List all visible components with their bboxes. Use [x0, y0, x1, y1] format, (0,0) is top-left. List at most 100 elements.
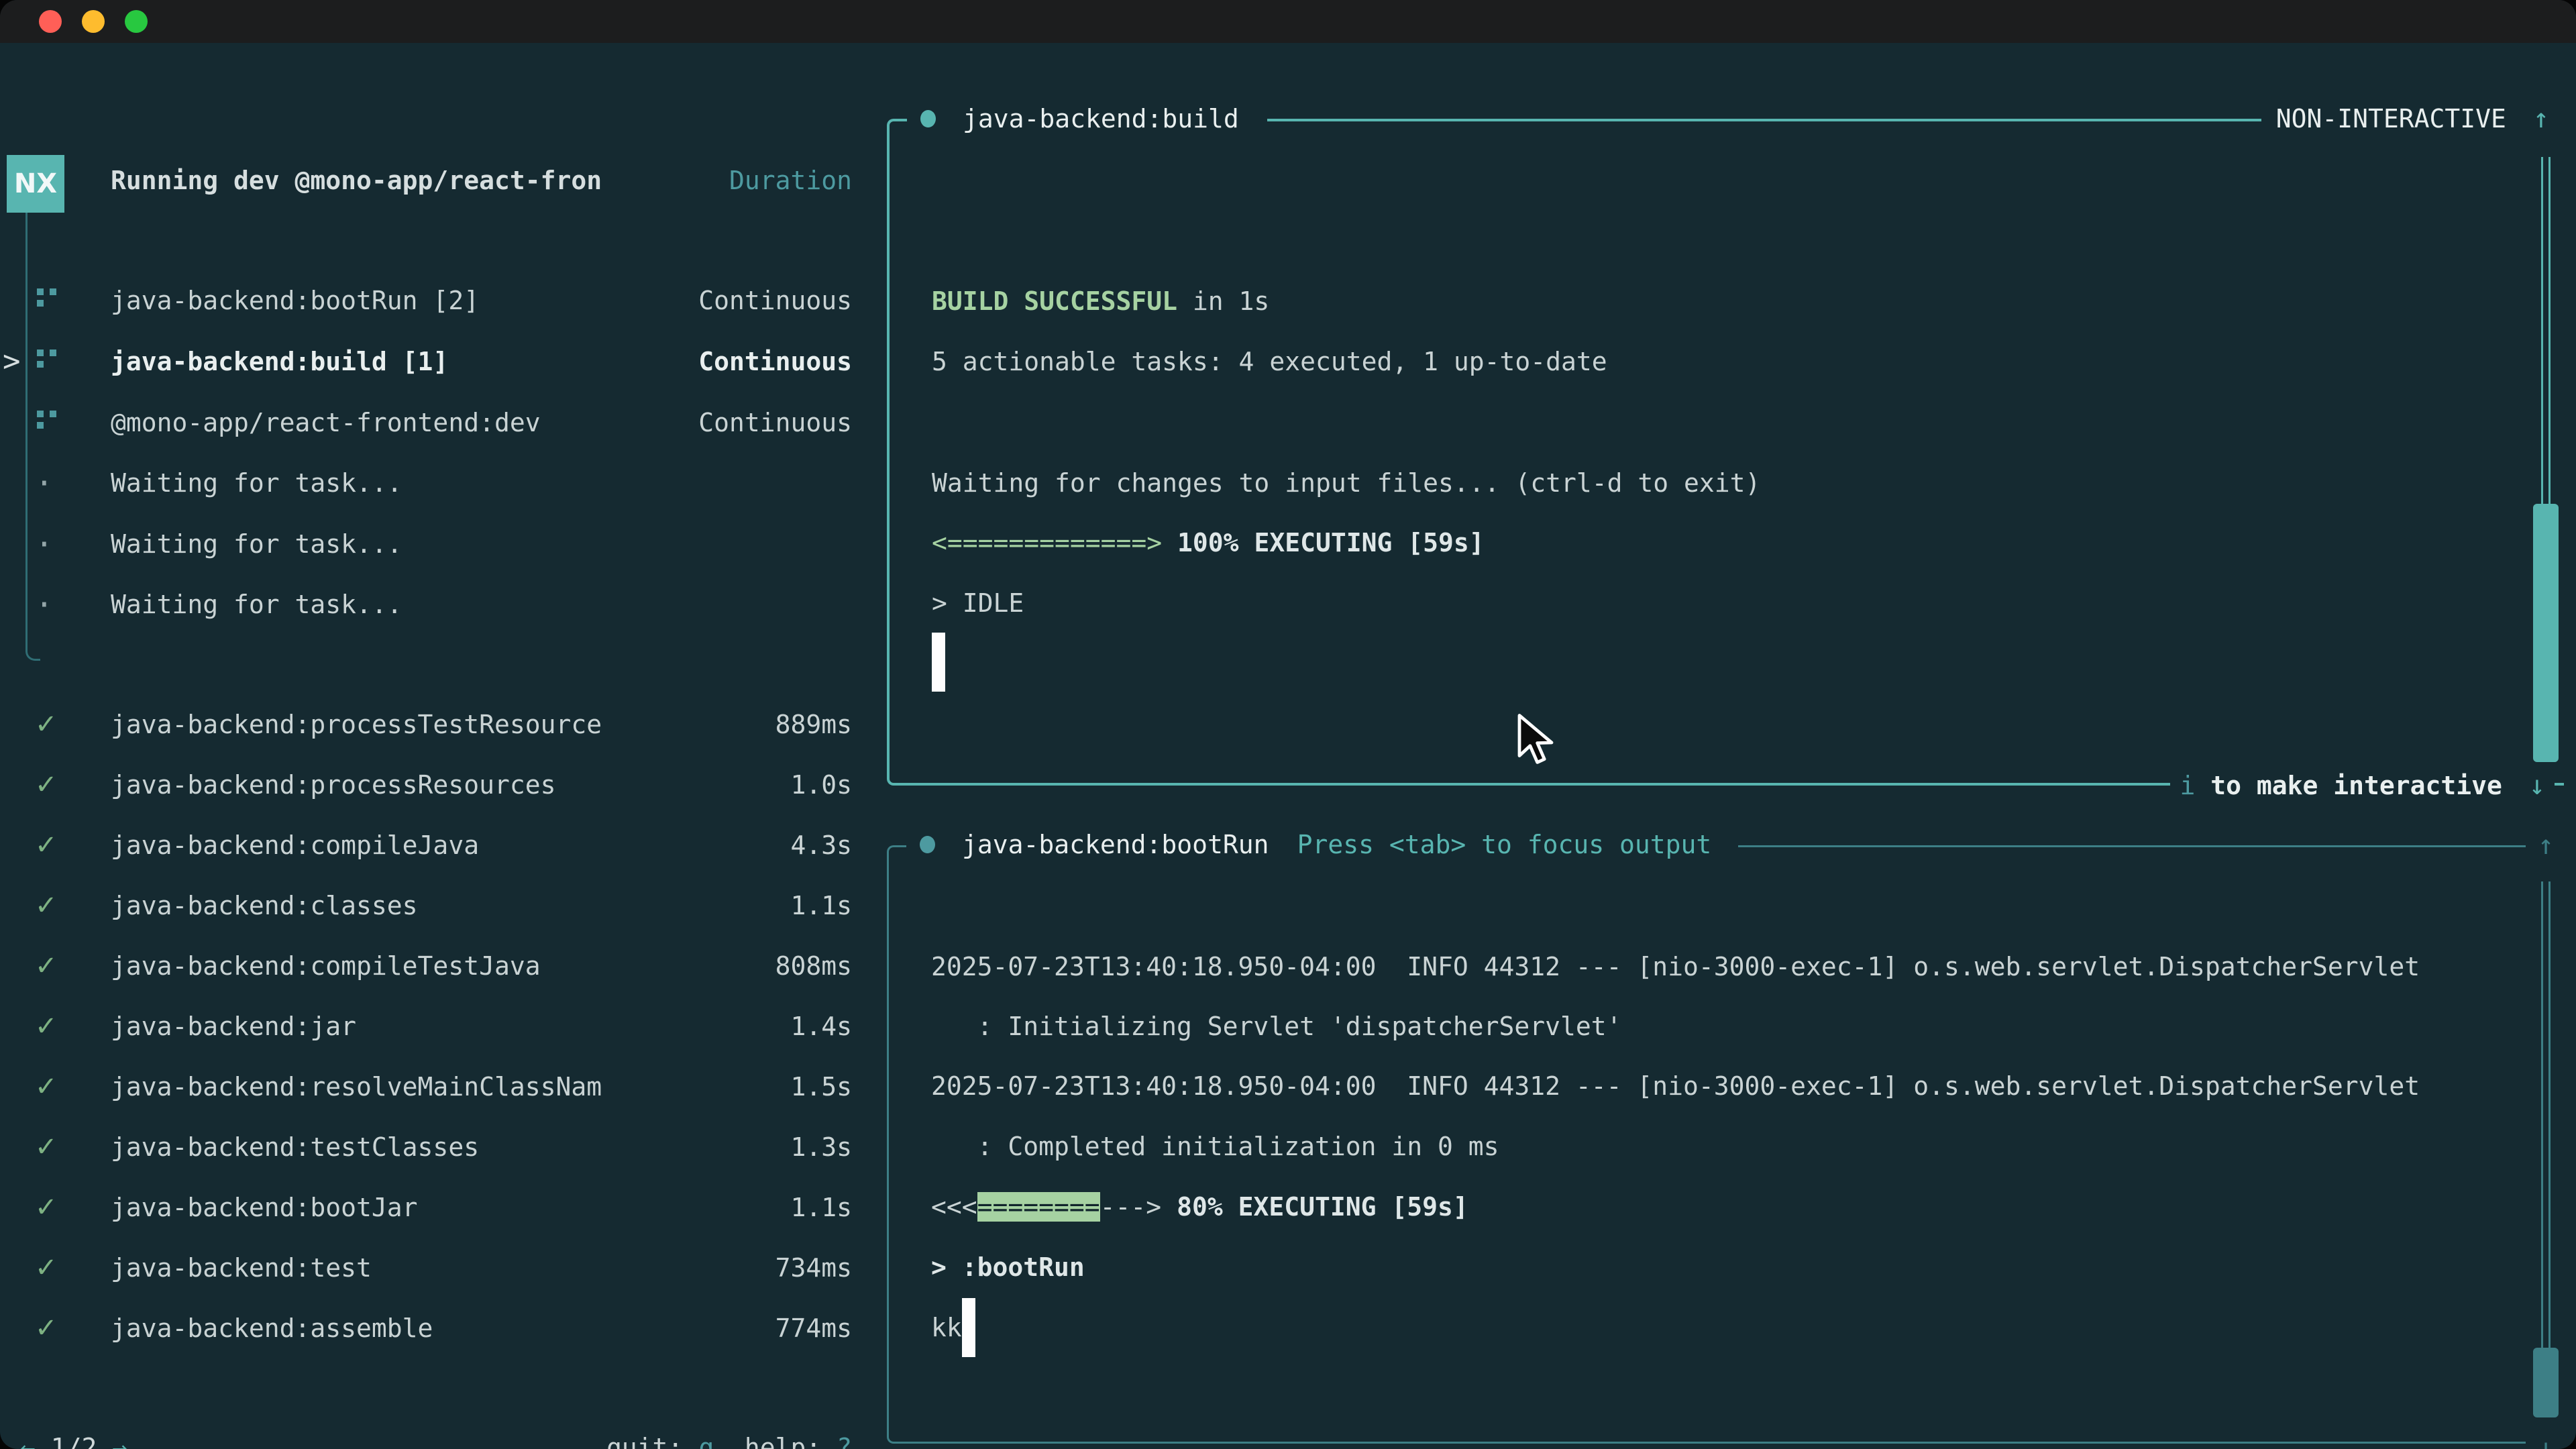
task-name: java-backend:bootJar [111, 1193, 790, 1222]
page-next-icon[interactable]: → [112, 1433, 127, 1449]
task-row-waiting[interactable]: · Waiting for task... [0, 514, 872, 574]
log-text: 2025-07-23T13:40:18.950-04:00 INFO 44312… [931, 1071, 2420, 1101]
build-pane-mode: NON-INTERACTIVE ↑ [2261, 103, 2564, 134]
task-name: java-backend:processTestResource [111, 710, 775, 739]
sidebar-title: Running dev @mono-app/react-fron [111, 166, 602, 195]
bootrun-pane-title: java-backend:bootRun [949, 830, 1297, 859]
build-waiting-line: Waiting for changes to input files... (c… [932, 453, 2524, 513]
build-successful-text: BUILD SUCCESSFUL [932, 286, 1177, 316]
window-titlebar [0, 0, 2576, 43]
log-text: 2025-07-23T13:40:18.950-04:00 INFO 44312… [931, 952, 2420, 981]
page-prev-icon[interactable]: ← [20, 1433, 36, 1449]
scroll-up-icon[interactable]: ↑ [2519, 815, 2573, 875]
gradle-task-line: > :bootRun [931, 1237, 2485, 1297]
check-icon: ✓ [35, 951, 111, 981]
task-duration: 774ms [775, 1313, 852, 1343]
task-row-completed[interactable]: ✓ java-backend:resolveMainClassNam 1.5s [0, 1057, 872, 1117]
task-duration: 4.3s [790, 830, 852, 860]
task-duration: 1.5s [790, 1072, 852, 1102]
log-line: : Completed initialization in 0 ms [931, 1116, 2485, 1177]
task-row-completed[interactable]: ✓ java-backend:assemble 774ms [0, 1298, 872, 1358]
non-interactive-label: NON-INTERACTIVE [2276, 104, 2506, 133]
scroll-down-icon[interactable]: ↓ [2529, 770, 2545, 801]
waiting-for-changes-text: Waiting for changes to input files... (c… [932, 468, 1760, 498]
task-row-completed[interactable]: ✓ java-backend:bootJar 1.1s [0, 1177, 872, 1238]
bootrun-output-pane[interactable]: java-backend:bootRun Press <tab> to focu… [887, 845, 2526, 1444]
stdin-input-text: kk [931, 1313, 962, 1342]
task-name: java-backend:classes [111, 891, 790, 920]
check-icon: ✓ [35, 769, 111, 800]
bootrun-scrollbar-track[interactable] [2541, 881, 2551, 1348]
task-name: Waiting for task... [111, 590, 852, 619]
bootrun-progress-line: <<<========---> 80% EXECUTING [59s] [931, 1177, 2485, 1237]
bootrun-scrollbar-thumb[interactable] [2533, 1348, 2559, 1417]
task-name: Waiting for task... [111, 468, 852, 498]
progress-bar-fill: ======== [977, 1192, 1100, 1222]
help-label: help: [714, 1433, 837, 1449]
task-duration: 889ms [775, 710, 852, 739]
progress-tail: ---> [1100, 1192, 1162, 1222]
idle-text: > IDLE [932, 588, 1024, 618]
quit-hint: quit: q help: ? [606, 1433, 852, 1449]
build-output-pane[interactable]: java-backend:build NON-INTERACTIVE ↑ BUI… [887, 119, 2564, 786]
task-duration: 1.4s [790, 1012, 852, 1041]
build-summary-line: 5 actionable tasks: 4 executed, 1 up-to-… [932, 331, 2524, 392]
task-row-completed[interactable]: ✓ java-backend:processResources 1.0s [0, 755, 872, 815]
task-name: Waiting for task... [111, 529, 852, 559]
close-window-button[interactable] [39, 10, 62, 33]
task-status: Continuous [698, 347, 852, 376]
check-icon: ✓ [35, 1313, 111, 1344]
task-row-frontend-dev[interactable]: @mono-app/react-frontend:dev Continuous [0, 392, 872, 453]
stdin-input-line[interactable]: kk [931, 1297, 2485, 1358]
task-name: java-backend:assemble [111, 1313, 775, 1343]
interactive-hint[interactable]: i to make interactive↓ [2170, 755, 2555, 816]
sidebar-footer: ← 1/2 → quit: q help: ? [0, 1417, 872, 1449]
task-row-completed[interactable]: ✓ java-backend:test 734ms [0, 1238, 872, 1298]
page-indicator: 1/2 [36, 1433, 112, 1449]
task-row-completed[interactable]: ✓ java-backend:testClasses 1.3s [0, 1117, 872, 1177]
log-text: : Initializing Servlet 'dispatcherServle… [931, 1012, 1622, 1041]
task-row-completed[interactable]: ✓ java-backend:compileJava 4.3s [0, 815, 872, 875]
task-row-waiting[interactable]: · Waiting for task... [0, 453, 872, 513]
maximize-window-button[interactable] [125, 10, 148, 33]
check-icon: ✓ [35, 1011, 111, 1042]
log-line: 2025-07-23T13:40:18.950-04:00 INFO 44312… [931, 1056, 2485, 1116]
task-status: Continuous [698, 286, 852, 315]
task-duration: 808ms [775, 951, 852, 981]
task-bullet-icon [906, 836, 949, 853]
task-row-completed[interactable]: ✓ java-backend:classes 1.1s [0, 875, 872, 936]
task-row-completed[interactable]: ✓ java-backend:jar 1.4s [0, 996, 872, 1057]
task-duration: 1.1s [790, 891, 852, 920]
check-icon: ✓ [35, 1071, 111, 1102]
hint-text: to make interactive [2195, 771, 2502, 800]
minimize-window-button[interactable] [82, 10, 105, 33]
task-row-completed[interactable]: ✓ java-backend:compileTestJava 808ms [0, 936, 872, 996]
help-key: ? [837, 1433, 852, 1449]
task-name: java-backend:jar [111, 1012, 790, 1041]
quit-label: quit: [606, 1433, 698, 1449]
build-progress-line: <=============> 100% EXECUTING [59s] [932, 513, 2524, 573]
gradle-task-text: > :bootRun [931, 1252, 1085, 1282]
task-row-completed[interactable]: ✓ java-backend:processTestResource 889ms [0, 694, 872, 755]
task-name: java-backend:compileJava [111, 830, 790, 860]
task-name: java-backend:processResources [111, 770, 790, 800]
task-row-bootrun[interactable]: java-backend:bootRun [2] Continuous [0, 270, 872, 331]
build-pane-title: java-backend:build [949, 104, 1267, 133]
scroll-up-icon[interactable]: ↑ [2533, 103, 2549, 134]
bootrun-pane-header: java-backend:bootRun Press <tab> to focu… [889, 814, 2526, 875]
build-scrollbar-thumb[interactable] [2533, 504, 2559, 762]
scroll-down-icon[interactable]: ↓ [2519, 1418, 2573, 1449]
task-name: java-backend:bootRun [2] [111, 286, 698, 315]
mouse-cursor-icon [1513, 712, 1558, 769]
task-row-build-selected[interactable]: java-backend:build [1] Continuous [0, 331, 872, 392]
task-status: Continuous [698, 408, 852, 437]
focus-output-hint: Press <tab> to focus output [1297, 830, 1739, 859]
pending-dot-icon: · [35, 526, 111, 562]
check-icon: ✓ [35, 709, 111, 740]
terminal-screen: NX Running dev @mono-app/react-fron Dura… [0, 43, 2576, 1449]
check-icon: ✓ [35, 830, 111, 861]
progress-head: <<< [931, 1192, 977, 1222]
task-duration: 1.0s [790, 770, 852, 800]
log-text: : Completed initialization in 0 ms [931, 1132, 1499, 1161]
task-row-waiting[interactable]: · Waiting for task... [0, 574, 872, 635]
